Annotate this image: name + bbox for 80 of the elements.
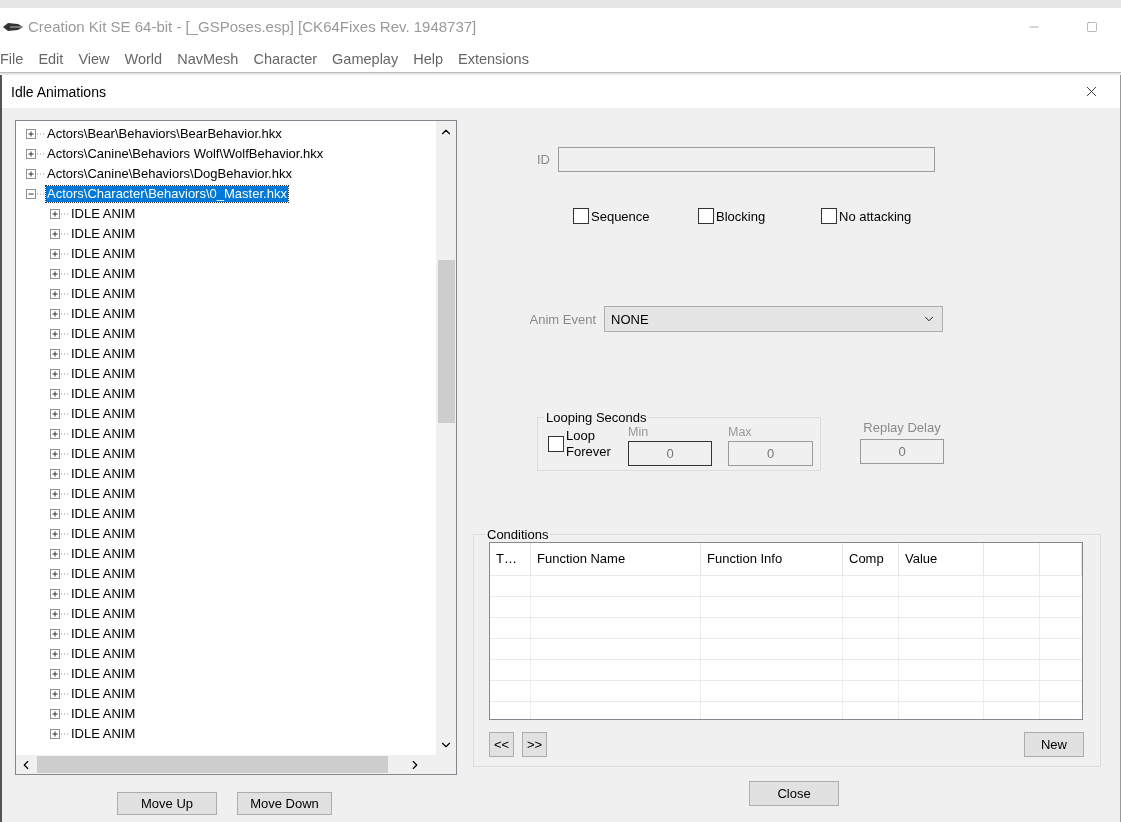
tree-item[interactable]: IDLE ANIM	[70, 726, 137, 742]
checkbox-label: Blocking	[716, 208, 766, 224]
menu-item[interactable]: Extensions	[458, 50, 537, 67]
tree-item[interactable]: IDLE ANIM	[70, 286, 137, 302]
tree-item[interactable]: IDLE ANIM	[70, 666, 137, 682]
tree-item[interactable]: IDLE ANIM	[70, 626, 137, 642]
menu-item[interactable]: NavMesh	[177, 50, 247, 67]
tree-item[interactable]: IDLE ANIM	[70, 206, 137, 222]
replay-delay-label: Replay Delay	[863, 420, 941, 435]
menu-item[interactable]: Help	[413, 50, 451, 67]
min-label: Min	[628, 425, 650, 439]
tree-item[interactable]: IDLE ANIM	[70, 246, 137, 262]
tree-item[interactable]: IDLE ANIM	[70, 326, 137, 342]
anim-event-label: Anim Event	[528, 311, 597, 327]
menu-item[interactable]: World	[124, 50, 171, 67]
replay-delay-field[interactable]: 0	[860, 439, 944, 464]
tree-item[interactable]: IDLE ANIM	[70, 446, 137, 462]
close-button[interactable]: Close	[749, 781, 839, 806]
tree-item[interactable]: IDLE ANIM	[70, 466, 137, 482]
column-header[interactable]: Function Name	[531, 543, 701, 575]
new-button[interactable]: New	[1024, 732, 1084, 757]
column-header[interactable]: T…	[490, 543, 531, 575]
tree-item[interactable]: IDLE ANIM	[70, 386, 137, 402]
tree-item[interactable]: IDLE ANIM	[70, 526, 137, 542]
checkbox[interactable]	[821, 208, 837, 224]
maximize-icon[interactable]	[1086, 20, 1098, 33]
horizontal-scrollbar[interactable]	[16, 755, 436, 774]
max-label: Max	[728, 425, 753, 439]
scrollbar-thumb[interactable]	[437, 260, 455, 423]
menu-item[interactable]: Edit	[38, 50, 72, 67]
tree-item[interactable]: IDLE ANIM	[70, 606, 137, 622]
menu-item[interactable]: File	[0, 50, 32, 67]
vertical-scrollbar[interactable]	[436, 121, 456, 755]
tree-item[interactable]: IDLE ANIM	[70, 706, 137, 722]
group-title: Looping Seconds	[545, 410, 648, 425]
tree-item[interactable]: IDLE ANIM	[70, 486, 137, 502]
tree-item[interactable]: IDLE ANIM	[70, 426, 137, 442]
max-field[interactable]: 0	[728, 441, 813, 466]
tree-item[interactable]: IDLE ANIM	[70, 266, 137, 282]
dialog-title: Idle Animations	[11, 83, 107, 100]
checkbox[interactable]	[548, 436, 564, 452]
checkbox[interactable]	[698, 208, 714, 224]
previous-button[interactable]: <<	[489, 732, 514, 757]
tree-item[interactable]: IDLE ANIM	[70, 546, 137, 562]
tree-item[interactable]: IDLE ANIM	[70, 686, 137, 702]
tree-item[interactable]: IDLE ANIM	[70, 346, 137, 362]
tree-item[interactable]: Actors\Bear\Behaviors\BearBehavior.hkx	[46, 126, 283, 142]
group-title: Conditions	[486, 527, 550, 542]
tree-item[interactable]: Actors\Character\Behaviors\0_Master.hkx	[46, 186, 288, 202]
tree-item[interactable]: Actors\Canine\Behaviors\DogBehavior.hkx	[46, 166, 293, 182]
move-down-button[interactable]: Move Down	[237, 792, 332, 815]
scrollbar-thumb[interactable]	[37, 756, 388, 773]
id-field[interactable]	[558, 147, 935, 172]
checkbox-label: No attacking	[839, 208, 912, 224]
window-title: Creation Kit SE 64-bit - [_GSPoses.esp] [CK64Fixes Rev. 1948737]	[28, 18, 478, 35]
move-up-button[interactable]: Move Up	[117, 792, 217, 815]
expander-icon[interactable]	[26, 188, 46, 200]
tree-item[interactable]: IDLE ANIM	[70, 586, 137, 602]
column-header[interactable]: Comp	[843, 543, 899, 575]
next-button[interactable]: >>	[522, 732, 547, 757]
menu-item[interactable]: Gameplay	[332, 50, 407, 67]
tree-item[interactable]: IDLE ANIM	[70, 646, 137, 662]
column-header[interactable]: Value	[899, 543, 984, 575]
checkbox-label: Sequence	[591, 208, 650, 224]
tree-item[interactable]: Actors\Canine\Behaviors Wolf\WolfBehavior.hkx	[46, 146, 325, 162]
column-header[interactable]: Function Info	[701, 543, 843, 575]
app-icon	[2, 20, 24, 33]
min-field[interactable]: 0	[628, 441, 712, 466]
tree-item[interactable]: IDLE ANIM	[70, 366, 137, 382]
anim-event-dropdown[interactable]: NONE	[604, 306, 943, 332]
menu-item[interactable]: Character	[253, 50, 326, 67]
checkbox-label: Loop Forever	[566, 428, 612, 460]
tree-item[interactable]: IDLE ANIM	[70, 306, 137, 322]
id-label: ID	[536, 152, 551, 167]
tree-item[interactable]: IDLE ANIM	[70, 406, 137, 422]
checkbox[interactable]	[573, 208, 589, 224]
tree-item[interactable]: IDLE ANIM	[70, 506, 137, 522]
tree-item[interactable]: IDLE ANIM	[70, 566, 137, 582]
tree-item[interactable]: IDLE ANIM	[70, 226, 137, 242]
menu-item[interactable]: View	[78, 50, 118, 67]
